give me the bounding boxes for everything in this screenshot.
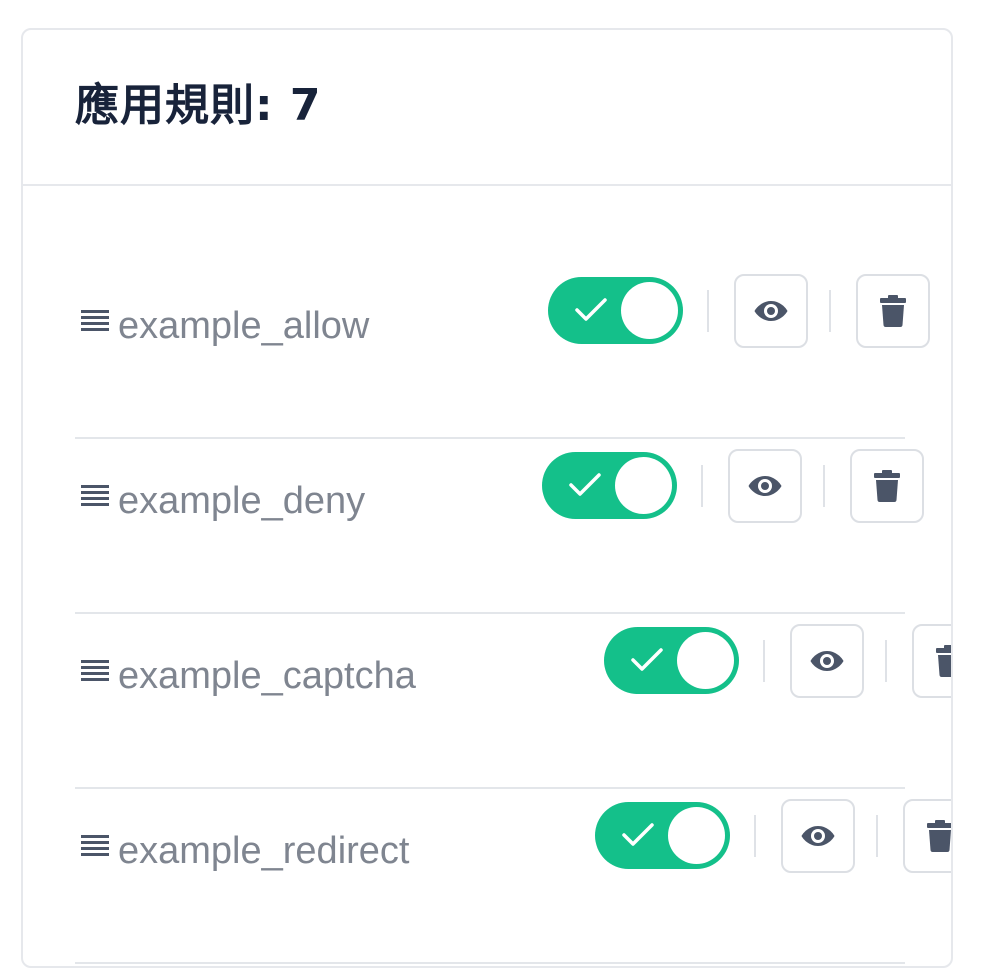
rule-row: example_allow xyxy=(23,230,951,439)
rule-enabled-toggle[interactable] xyxy=(548,277,683,344)
delete-rule-button[interactable] xyxy=(912,624,951,698)
divider xyxy=(754,815,756,857)
trash-icon xyxy=(936,645,951,677)
rule-name: example_captcha xyxy=(118,655,416,697)
rule-controls xyxy=(548,274,938,348)
rule-enabled-toggle[interactable] xyxy=(604,627,739,694)
rule-name: example_redirect xyxy=(118,830,410,872)
view-rule-button[interactable] xyxy=(781,799,855,873)
rule-controls xyxy=(595,799,951,873)
delete-rule-button[interactable] xyxy=(856,274,930,348)
rule-controls xyxy=(542,449,932,523)
divider xyxy=(823,465,825,507)
view-rule-button[interactable] xyxy=(728,449,802,523)
drag-handle-icon[interactable] xyxy=(81,660,109,684)
eye-icon xyxy=(754,301,788,321)
rule-row: example_captcha xyxy=(23,580,951,789)
view-rule-button[interactable] xyxy=(790,624,864,698)
trash-icon xyxy=(874,470,900,502)
rule-enabled-toggle[interactable] xyxy=(595,802,730,869)
rule-name: example_allow xyxy=(118,305,370,347)
eye-icon xyxy=(801,826,835,846)
toggle-knob xyxy=(668,807,725,864)
trash-icon xyxy=(880,295,906,327)
check-icon xyxy=(575,298,607,321)
rule-enabled-toggle[interactable] xyxy=(542,452,677,519)
drag-handle-icon[interactable] xyxy=(81,835,109,859)
eye-icon xyxy=(810,651,844,671)
check-icon xyxy=(622,823,654,846)
rule-row: example_deny xyxy=(23,405,951,614)
divider xyxy=(885,640,887,682)
delete-rule-button[interactable] xyxy=(850,449,924,523)
rule-name: example_deny xyxy=(118,480,366,522)
rule-row: example_redirect xyxy=(23,755,951,964)
page-title: 應用規則: 7 xyxy=(75,80,322,131)
drag-handle-icon[interactable] xyxy=(81,485,109,509)
view-rule-button[interactable] xyxy=(734,274,808,348)
rule-controls xyxy=(604,624,951,698)
rules-card: 應用規則: 7 example_allow example_deny examp… xyxy=(21,28,953,968)
row-divider xyxy=(75,962,905,964)
delete-rule-button[interactable] xyxy=(903,799,951,873)
card-header: 應用規則: 7 xyxy=(23,30,951,186)
divider xyxy=(701,465,703,507)
check-icon xyxy=(631,648,663,671)
divider xyxy=(707,290,709,332)
toggle-knob xyxy=(677,632,734,689)
toggle-knob xyxy=(621,282,678,339)
trash-icon xyxy=(927,820,951,852)
toggle-knob xyxy=(615,457,672,514)
divider xyxy=(829,290,831,332)
divider xyxy=(876,815,878,857)
drag-handle-icon[interactable] xyxy=(81,310,109,334)
eye-icon xyxy=(748,476,782,496)
check-icon xyxy=(569,473,601,496)
divider xyxy=(763,640,765,682)
